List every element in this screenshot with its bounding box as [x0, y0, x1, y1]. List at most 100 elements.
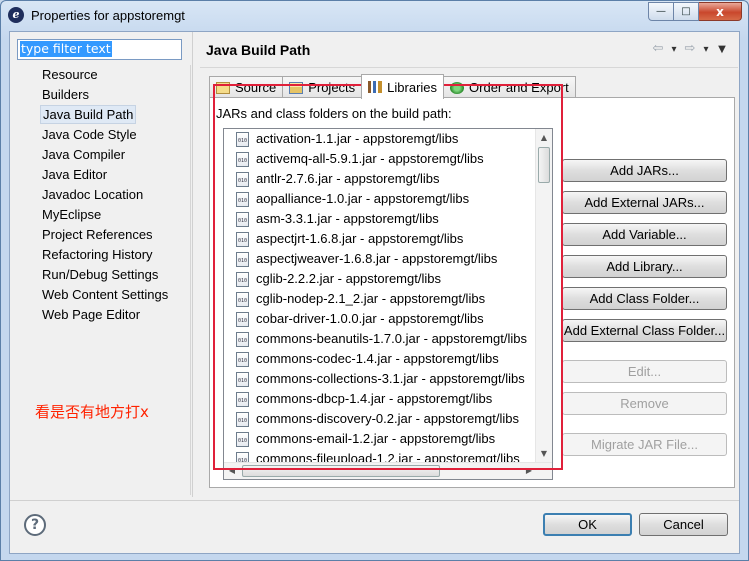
page-title: Java Build Path	[206, 42, 311, 58]
history-navigation: ⇦ ▾ ⇨ ▾ ▼	[651, 41, 729, 58]
scroll-right-icon[interactable]: ▶	[521, 463, 537, 479]
jar-label: commons-codec-1.4.jar - appstoremgt/libs	[256, 351, 499, 366]
add-external-jars-button[interactable]: Add External JARs...	[562, 191, 727, 214]
forward-menu-icon[interactable]: ▾	[699, 41, 713, 58]
nav-item-label: Web Page Editor	[42, 307, 141, 322]
jar-list-item[interactable]: commons-fileupload-1.2.jar - appstoremgt…	[224, 449, 536, 462]
nav-item[interactable]: Web Page Editor	[17, 305, 190, 325]
tab-source[interactable]: Source	[209, 76, 284, 98]
jar-label: activemq-all-5.9.1.jar - appstoremgt/lib…	[256, 151, 484, 166]
nav-item-label: Builders	[42, 87, 89, 102]
scroll-down-icon[interactable]: ▼	[536, 445, 552, 462]
jar-label: commons-fileupload-1.2.jar - appstoremgt…	[256, 451, 520, 462]
footer-divider	[10, 500, 739, 501]
title-bar[interactable]: e Properties for appstoremgt — □ x	[1, 1, 748, 31]
window-title: Properties for appstoremgt	[31, 8, 185, 23]
forward-arrow-icon[interactable]: ⇨	[683, 41, 697, 58]
maximize-button[interactable]: □	[674, 2, 699, 21]
migrate-jar-button[interactable]: Migrate JAR File...	[562, 433, 727, 456]
jar-list-item[interactable]: commons-codec-1.4.jar - appstoremgt/libs	[224, 349, 536, 369]
nav-item[interactable]: Web Content Settings	[17, 285, 190, 305]
tab-label: Projects	[308, 80, 356, 95]
order-export-icon	[450, 81, 465, 94]
edit-button[interactable]: Edit...	[562, 360, 727, 383]
jar-label: cglib-nodep-2.1_2.jar - appstoremgt/libs	[256, 291, 486, 306]
add-class-folder-button[interactable]: Add Class Folder...	[562, 287, 727, 310]
back-menu-icon[interactable]: ▾	[667, 41, 681, 58]
add-library-button[interactable]: Add Library...	[562, 255, 727, 278]
jar-label: commons-email-1.2.jar - appstoremgt/libs	[256, 431, 496, 446]
filter-input[interactable]: type filter text	[17, 39, 182, 60]
nav-item[interactable]: Project References	[17, 225, 190, 245]
jar-list-item[interactable]: asm-3.3.1.jar - appstoremgt/libs	[224, 209, 536, 229]
jar-list-item[interactable]: commons-beanutils-1.7.0.jar - appstoremg…	[224, 329, 536, 349]
nav-item[interactable]: Java Compiler	[17, 145, 190, 165]
help-icon[interactable]: ?	[24, 514, 46, 536]
scroll-up-icon[interactable]: ▲	[536, 129, 552, 146]
jar-file-icon	[236, 391, 249, 407]
jar-list-item[interactable]: antlr-2.7.6.jar - appstoremgt/libs	[224, 169, 536, 189]
property-page-tree: Resource Builders Java Build Path Java Code…	[17, 65, 191, 495]
jar-file-icon	[236, 191, 249, 207]
jar-list-item[interactable]: cobar-driver-1.0.0.jar - appstoremgt/lib…	[224, 309, 536, 329]
window-controls: — □ x	[648, 2, 742, 21]
jar-file-icon	[236, 291, 249, 307]
add-jars-button[interactable]: Add JARs...	[562, 159, 727, 182]
nav-item-label: Refactoring History	[42, 247, 153, 262]
nav-item[interactable]: Resource	[17, 65, 190, 85]
jar-file-icon	[236, 451, 249, 462]
jar-list[interactable]: activation-1.1.jar - appstoremgt/libs act…	[223, 128, 553, 480]
nav-item[interactable]: Java Editor	[17, 165, 190, 185]
nav-item-label: Java Build Path	[40, 105, 137, 124]
add-external-class-folder-button[interactable]: Add External Class Folder...	[562, 319, 727, 342]
tab-order-and-export[interactable]: Order and Export	[443, 76, 576, 98]
jar-list-item[interactable]: commons-discovery-0.2.jar - appstoremgt/…	[224, 409, 536, 429]
jar-list-item[interactable]: commons-collections-3.1.jar - appstoremg…	[224, 369, 536, 389]
horizontal-scroll-thumb[interactable]	[242, 465, 440, 477]
ok-button[interactable]: OK	[543, 513, 632, 536]
remove-button[interactable]: Remove	[562, 392, 727, 415]
jar-file-icon	[236, 171, 249, 187]
jar-list-item[interactable]: cglib-2.2.2.jar - appstoremgt/libs	[224, 269, 536, 289]
close-button[interactable]: x	[699, 2, 742, 21]
jar-label: commons-collections-3.1.jar - appstoremg…	[256, 371, 525, 386]
jar-label: activation-1.1.jar - appstoremgt/libs	[256, 131, 459, 146]
jar-list-item[interactable]: cglib-nodep-2.1_2.jar - appstoremgt/libs	[224, 289, 536, 309]
build-path-label: JARs and class folders on the build path…	[216, 106, 452, 121]
jar-file-icon	[236, 331, 249, 347]
jar-list-item[interactable]: commons-email-1.2.jar - appstoremgt/libs	[224, 429, 536, 449]
eclipse-app-icon: e	[8, 7, 24, 23]
nav-item[interactable]: Javadoc Location	[17, 185, 190, 205]
vertical-scrollbar[interactable]: ▲ ▼	[535, 129, 552, 462]
add-variable-button[interactable]: Add Variable...	[562, 223, 727, 246]
view-menu-icon[interactable]: ▼	[715, 41, 729, 58]
dialog-client-area: type filter text Resource Builders Java Bu…	[9, 31, 740, 554]
minimize-button[interactable]: —	[648, 2, 674, 21]
jar-list-item[interactable]: aopalliance-1.0.jar - appstoremgt/libs	[224, 189, 536, 209]
jar-file-icon	[236, 411, 249, 427]
nav-item[interactable]: Run/Debug Settings	[17, 265, 190, 285]
jar-list-item[interactable]: aspectjweaver-1.6.8.jar - appstoremgt/li…	[224, 249, 536, 269]
cancel-button[interactable]: Cancel	[639, 513, 728, 536]
jar-list-item[interactable]: aspectjrt-1.6.8.jar - appstoremgt/libs	[224, 229, 536, 249]
libraries-panel: JARs and class folders on the build path…	[209, 97, 735, 488]
libraries-icon	[368, 81, 383, 93]
jar-list-item[interactable]: activemq-all-5.9.1.jar - appstoremgt/lib…	[224, 149, 536, 169]
nav-item[interactable]: Java Code Style	[17, 125, 190, 145]
nav-item[interactable]: MyEclipse	[17, 205, 190, 225]
jar-list-item[interactable]: activation-1.1.jar - appstoremgt/libs	[224, 129, 536, 149]
vertical-scroll-thumb[interactable]	[538, 147, 550, 183]
jar-label: cobar-driver-1.0.0.jar - appstoremgt/lib…	[256, 311, 484, 326]
tab-projects[interactable]: Projects	[282, 76, 363, 98]
scroll-left-icon[interactable]: ◀	[224, 463, 240, 479]
nav-item[interactable]: Java Build Path	[17, 105, 190, 125]
nav-item[interactable]: Refactoring History	[17, 245, 190, 265]
jar-list-item[interactable]: commons-dbcp-1.4.jar - appstoremgt/libs	[224, 389, 536, 409]
nav-item-label: MyEclipse	[42, 207, 102, 222]
back-arrow-icon[interactable]: ⇦	[651, 41, 665, 58]
nav-item[interactable]: Builders	[17, 85, 190, 105]
horizontal-scrollbar[interactable]: ◀ ▶	[224, 462, 552, 479]
jar-label: commons-beanutils-1.7.0.jar - appstoremg…	[256, 331, 527, 346]
tab-libraries[interactable]: Libraries	[361, 74, 445, 99]
jar-label: cglib-2.2.2.jar - appstoremgt/libs	[256, 271, 441, 286]
